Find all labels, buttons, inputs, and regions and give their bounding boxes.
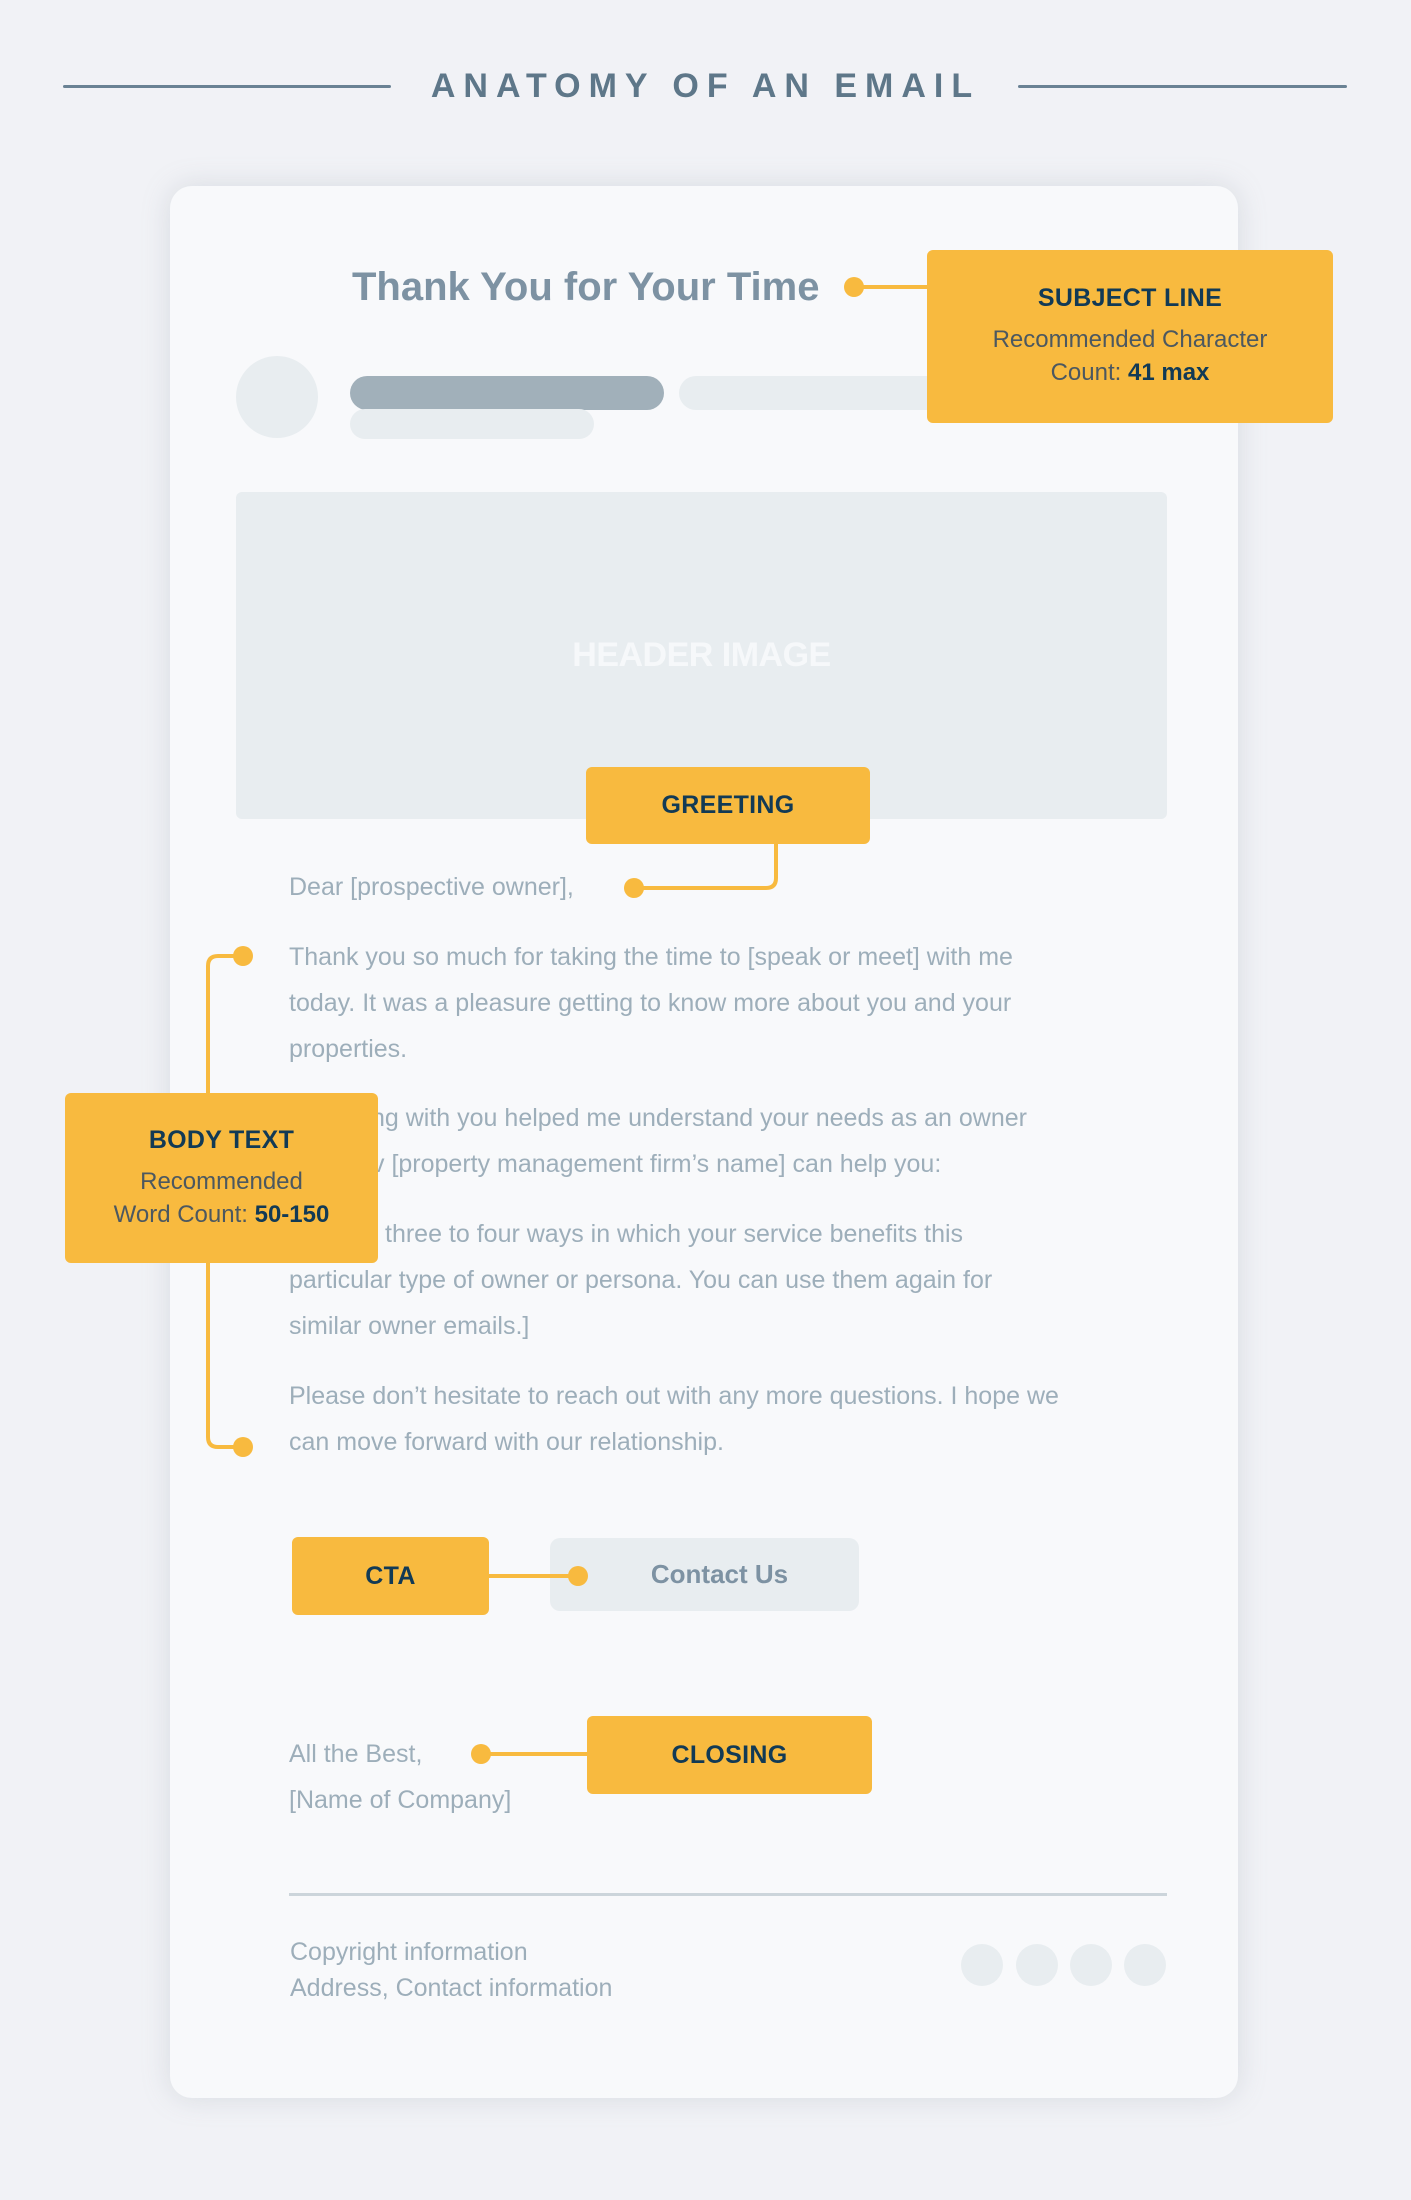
closing-line: All the Best, [289,1740,423,1768]
callout-description: Recommended Character Count: 41 max [993,323,1268,389]
sender-avatar [236,356,318,438]
body-paragraph: ng with you helped me understand your ne… [289,1095,1169,1187]
body-line: properties. [289,1035,408,1063]
callout-desc-line: Recommended [140,1167,303,1195]
email-subject: Thank You for Your Time [352,265,820,309]
sender-name-placeholder [350,376,664,410]
callout-title: BODY TEXT [148,1125,295,1154]
company-name: [Name of Company] [289,1786,512,1814]
callout-title: GREETING [661,791,795,819]
body-line: today. It was a pleasure getting to know… [289,989,1012,1017]
callout-title: CLOSING [671,1740,788,1769]
callout-cta: CTA [292,1537,489,1615]
body-line: three to four ways in which your service… [385,1220,964,1248]
body-line: particular type of owner or persona. You… [289,1266,993,1294]
contact-us-button[interactable]: Contact Us [550,1538,859,1611]
callout-body-text: BODY TEXT Recommended Word Count: 50-150 [65,1093,378,1263]
callout-desc-line: Word Count: 50-150 [114,1198,330,1231]
callout-title: SUBJECT LINE [1037,284,1223,312]
callout-description: Recommended Word Count: 50-150 [114,1165,330,1231]
callout-closing: CLOSING [587,1716,872,1794]
callout-desc-label: Word Count: [113,1200,248,1228]
body-paragraph: Please don’t hesitate to reach out with … [289,1373,1169,1465]
callout-desc-line: Recommended Character [992,326,1268,353]
callout-greeting: GREETING [586,767,870,844]
social-icon[interactable] [1124,1944,1166,1986]
body-paragraph: three to four ways in which your service… [289,1211,1169,1349]
body-paragraph: Thank you so much for taking the time to… [289,934,1169,1072]
callout-desc-label: Count: [1050,359,1122,386]
body-line: Thank you so much for taking the time to… [289,943,1013,971]
callout-title: CTA [365,1561,416,1590]
footer-copyright: Copyright information [290,1938,528,1966]
social-icon[interactable] [1070,1944,1112,1986]
body-line: ng with you helped me understand your ne… [371,1104,1027,1132]
header-image-label: HEADER IMAGE [572,636,831,674]
body-line: similar owner emails.] [289,1312,530,1340]
body-line: can move forward with our relationship. [289,1428,724,1456]
body-line: v [property management firm’s name] can … [372,1150,942,1178]
callout-desc-line: Count: 41 max [993,356,1268,389]
footer-divider [289,1893,1167,1896]
social-icon[interactable] [961,1944,1003,1986]
social-icon[interactable] [1016,1944,1058,1986]
email-greeting: Dear [prospective owner], [289,873,574,901]
callout-desc-value: 41 max [1127,359,1210,386]
body-line: Please don’t hesitate to reach out with … [289,1382,1059,1410]
footer-address: Address, Contact information [290,1974,613,2002]
email-closing: All the Best, [Name of Company] [289,1731,511,1823]
callout-desc-value: 50-150 [254,1200,330,1228]
recipient-placeholder [350,409,594,439]
callout-subject-line: SUBJECT LINE Recommended Character Count… [927,250,1333,423]
page-title: ANATOMY OF AN EMAIL [430,67,981,105]
